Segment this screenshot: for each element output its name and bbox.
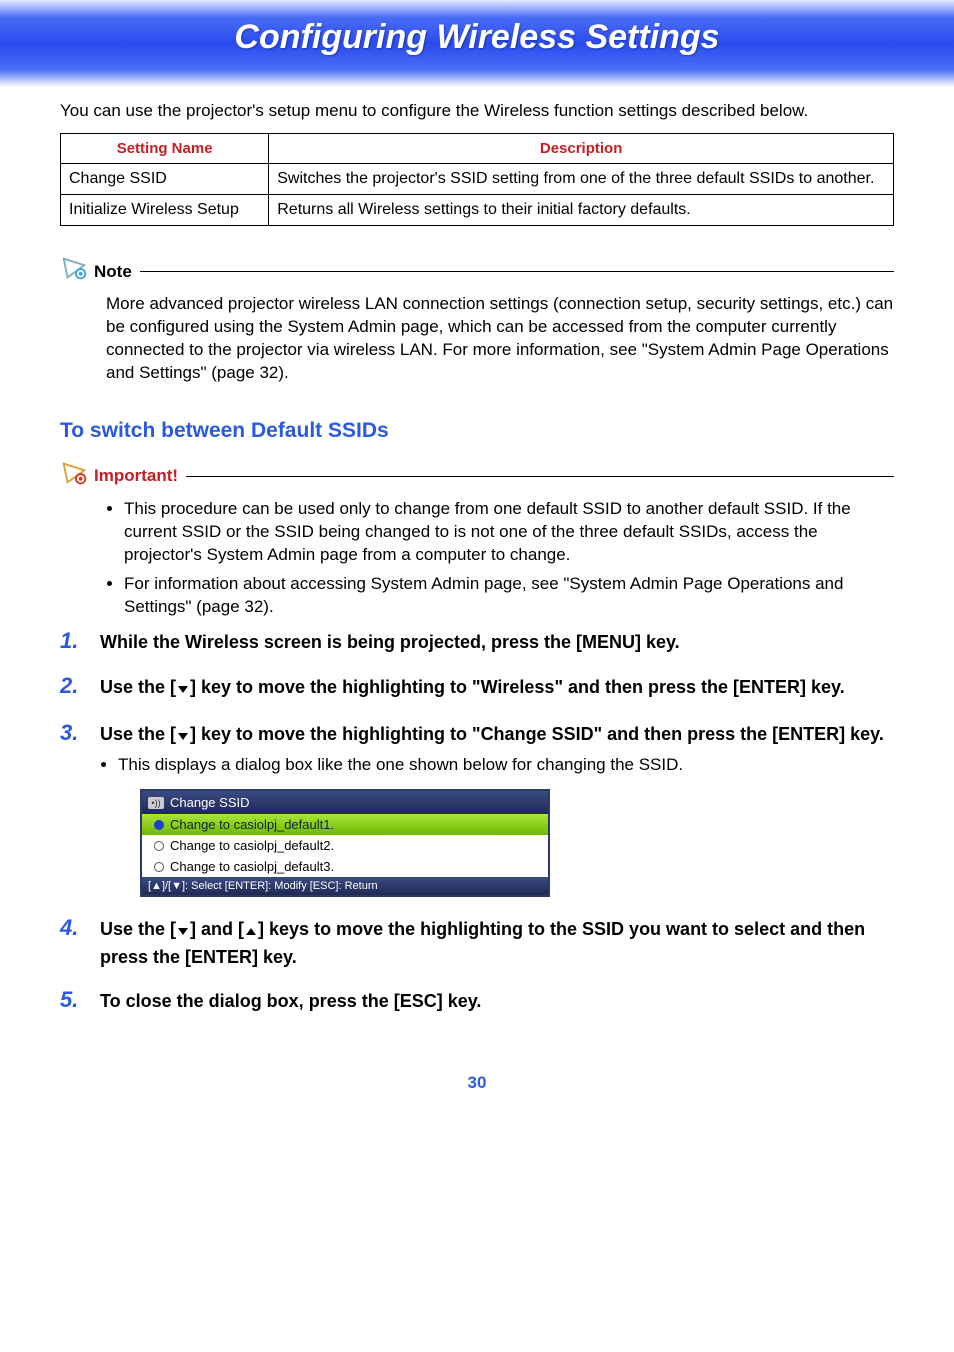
step-sub-bullet: This displays a dialog box like the one … <box>118 755 894 775</box>
page-title: Configuring Wireless Settings <box>234 18 719 56</box>
step-text: Use the [] key to move the highlighting … <box>100 675 894 702</box>
important-label: Important! <box>94 466 178 486</box>
dialog-option-label: Change to casiolpj_default3. <box>170 859 334 874</box>
down-arrow-icon <box>176 920 190 944</box>
step-1: While the Wireless screen is being proje… <box>60 630 894 654</box>
step-3: Use the [] key to move the highlighting … <box>60 722 894 897</box>
note-icon <box>60 256 94 287</box>
step-text: While the Wireless screen is being proje… <box>100 630 894 654</box>
step-4: Use the [] and [] keys to move the highl… <box>60 917 894 969</box>
page-banner: Configuring Wireless Settings <box>0 0 954 87</box>
dialog-option: Change to casiolpj_default2. <box>142 835 548 856</box>
important-rule <box>186 476 894 477</box>
radio-empty-icon <box>154 841 164 851</box>
note-body: More advanced projector wireless LAN con… <box>106 293 894 385</box>
dialog-titlebar: •)) Change SSID <box>142 791 548 814</box>
settings-table: Setting Name Description Change SSID Swi… <box>60 133 894 226</box>
dialog-option-label: Change to casiolpj_default2. <box>170 838 334 853</box>
dialog-title-text: Change SSID <box>170 795 250 810</box>
steps-list: While the Wireless screen is being proje… <box>60 630 894 1013</box>
radio-empty-icon <box>154 862 164 872</box>
step-text: Use the [] key to move the highlighting … <box>100 722 894 749</box>
cell-name: Initialize Wireless Setup <box>61 195 269 226</box>
down-arrow-icon <box>176 725 190 749</box>
cell-name: Change SSID <box>61 164 269 195</box>
important-bullet: For information about accessing System A… <box>124 573 894 619</box>
dialog-option-label: Change to casiolpj_default1. <box>170 817 334 832</box>
important-list: This procedure can be used only to chang… <box>106 498 894 619</box>
note-label: Note <box>94 262 132 282</box>
step-5: To close the dialog box, press the [ESC]… <box>60 989 894 1013</box>
th-setting-name: Setting Name <box>61 134 269 164</box>
important-bullet: This procedure can be used only to chang… <box>124 498 894 567</box>
step-text: To close the dialog box, press the [ESC]… <box>100 989 894 1013</box>
note-callout: Note More advanced projector wireless LA… <box>60 256 894 385</box>
important-icon <box>60 461 94 492</box>
section-heading: To switch between Default SSIDs <box>60 419 894 443</box>
up-arrow-icon <box>244 920 258 944</box>
dialog-option-selected: Change to casiolpj_default1. <box>142 814 548 835</box>
step-sublist: This displays a dialog box like the one … <box>100 755 894 775</box>
down-arrow-icon <box>176 678 190 702</box>
radio-filled-icon <box>154 820 164 830</box>
change-ssid-dialog: •)) Change SSID Change to casiolpj_defau… <box>140 789 550 897</box>
dialog-footer: [▲]/[▼]: Select [ENTER]: Modify [ESC]: R… <box>142 877 548 895</box>
cell-desc: Returns all Wireless settings to their i… <box>269 195 894 226</box>
note-rule <box>140 271 894 272</box>
step-text: Use the [] and [] keys to move the highl… <box>100 917 894 969</box>
important-callout: Important! This procedure can be used on… <box>60 461 894 619</box>
intro-text: You can use the projector's setup menu t… <box>60 101 894 121</box>
cell-desc: Switches the projector's SSID setting fr… <box>269 164 894 195</box>
page-number: 30 <box>0 1073 954 1093</box>
table-row: Change SSID Switches the projector's SSI… <box>61 164 894 195</box>
table-row: Initialize Wireless Setup Returns all Wi… <box>61 195 894 226</box>
th-description: Description <box>269 134 894 164</box>
step-2: Use the [] key to move the highlighting … <box>60 675 894 702</box>
dialog-option: Change to casiolpj_default3. <box>142 856 548 877</box>
wifi-icon: •)) <box>148 797 164 809</box>
